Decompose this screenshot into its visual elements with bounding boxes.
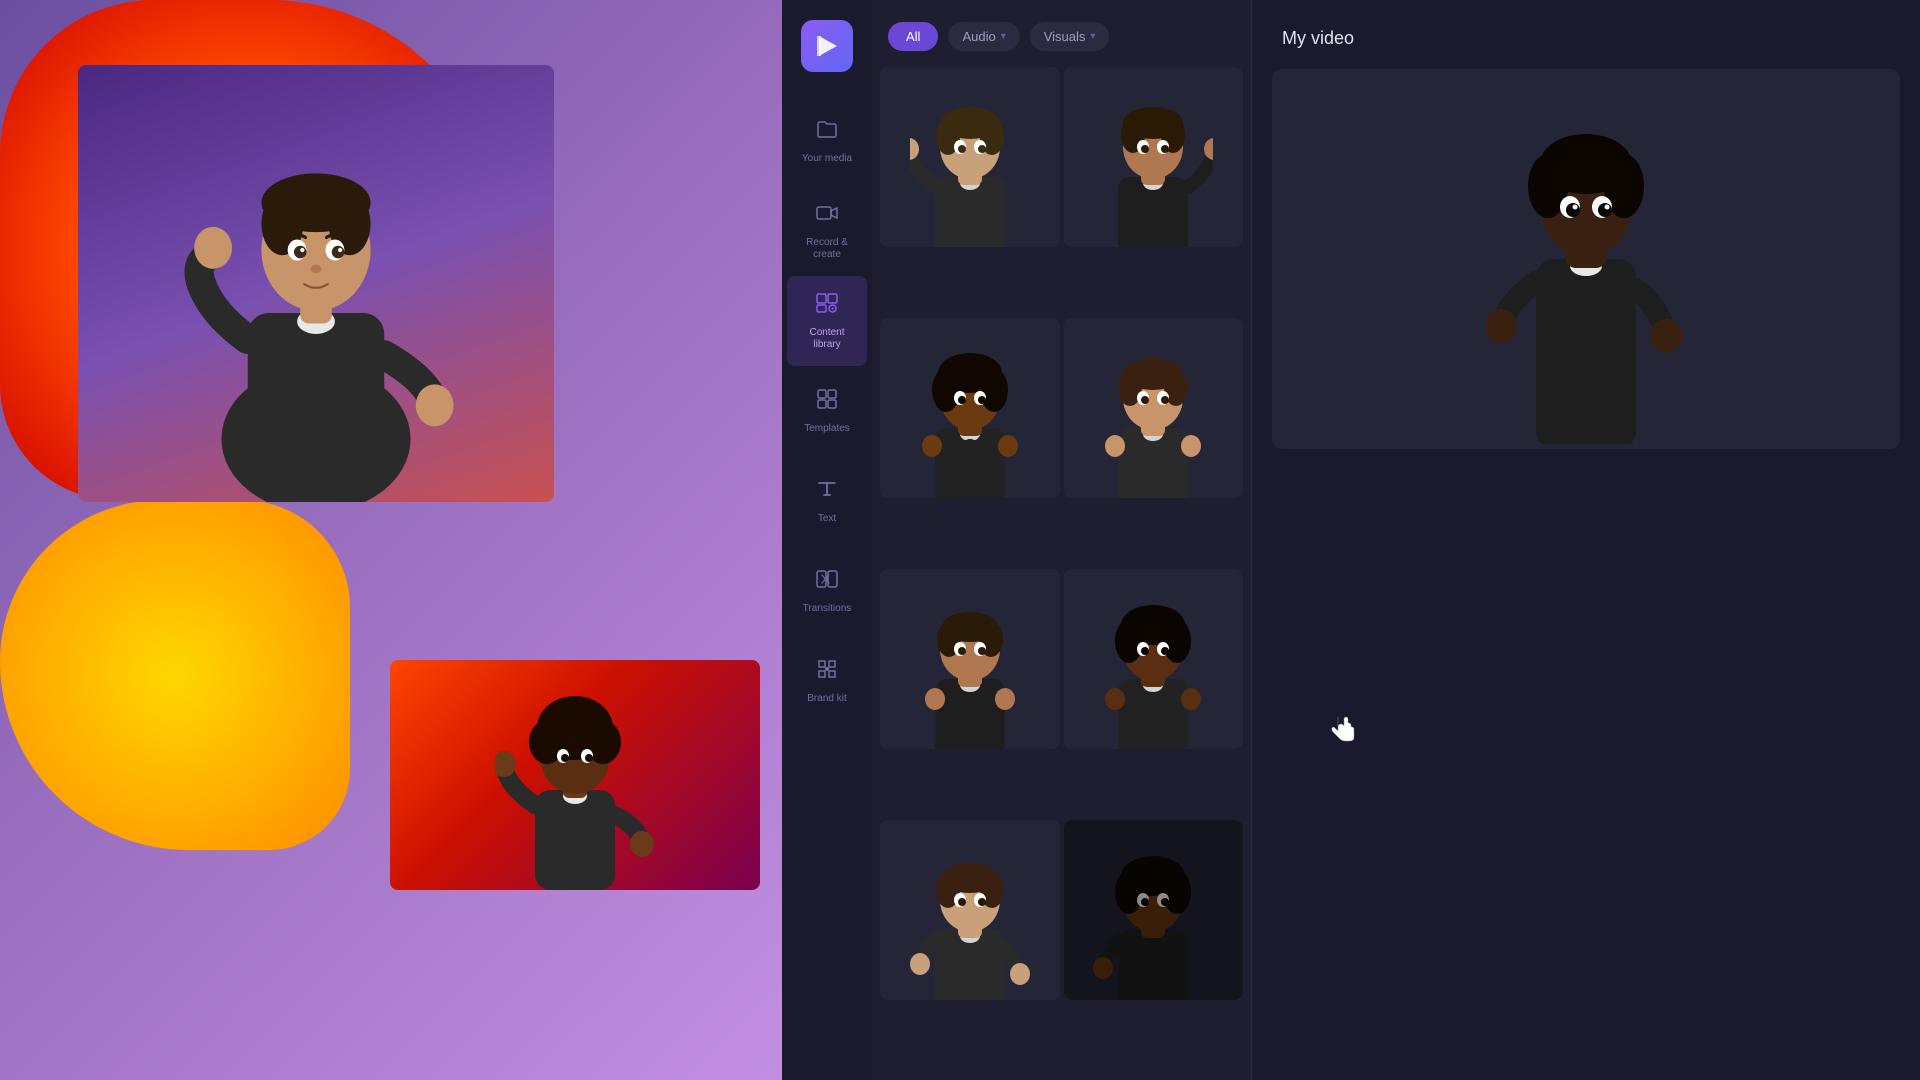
my-video-title: My video (1282, 28, 1354, 48)
bg-blob-yellow (0, 500, 350, 850)
app-logo[interactable] (801, 20, 853, 72)
chevron-down-icon-2: ▾ (1090, 31, 1095, 42)
right-panel: My video (1252, 0, 1920, 1080)
avatar-card-4[interactable] (1064, 318, 1244, 498)
chevron-down-icon: ▾ (1001, 31, 1006, 42)
right-panel-avatar-card[interactable] (1272, 69, 1900, 449)
sidebar-label-templates: Templates (804, 423, 850, 435)
visuals-label: Visuals (1044, 29, 1086, 44)
sidebar-label-transitions: Transitions (803, 603, 852, 615)
text-icon (815, 477, 839, 507)
sidebar-label-record-create: Record &create (806, 237, 848, 261)
sidebar: Your media Record &create Contentlibrary (782, 0, 872, 1080)
avatar-card-5[interactable] (880, 569, 1060, 749)
filter-audio-button[interactable]: Audio ▾ (948, 22, 1019, 51)
sidebar-item-transitions[interactable]: Transitions (787, 546, 867, 636)
avatar-card-1[interactable] (880, 67, 1060, 247)
sidebar-label-your-media: Your media (802, 153, 852, 165)
filter-visuals-button[interactable]: Visuals ▾ (1030, 22, 1110, 51)
my-video-header: My video (1252, 0, 1920, 69)
sidebar-label-brand-kit: Brand kit (807, 693, 846, 705)
content-panel: All Audio ▾ Visuals ▾ (872, 0, 1252, 1080)
avatar-card-2[interactable] (1064, 67, 1244, 247)
transitions-icon (815, 567, 839, 597)
secondary-video-panel (390, 660, 760, 890)
main-video-panel (78, 65, 554, 502)
audio-label: Audio (962, 29, 995, 44)
filter-bar: All Audio ▾ Visuals ▾ (872, 0, 1251, 67)
avatar-card-6[interactable] (1064, 569, 1244, 749)
folder-icon (815, 117, 839, 147)
filter-all-button[interactable]: All (888, 22, 938, 51)
templates-icon (815, 387, 839, 417)
avatar-card-8[interactable] (1064, 820, 1244, 1000)
sidebar-item-record-create[interactable]: Record &create (787, 186, 867, 276)
sidebar-item-templates[interactable]: Templates (787, 366, 867, 456)
sidebar-label-text: Text (818, 513, 836, 525)
sidebar-label-content-library: Contentlibrary (809, 327, 844, 351)
canvas-area (0, 0, 780, 1080)
sidebar-item-text[interactable]: Text (787, 456, 867, 546)
sidebar-item-brand-kit[interactable]: Brand kit (787, 636, 867, 726)
brand-kit-icon (815, 657, 839, 687)
avatar-card-3[interactable] (880, 318, 1060, 498)
content-library-icon (815, 291, 839, 321)
sidebar-item-content-library[interactable]: Contentlibrary (787, 276, 867, 366)
secondary-avatar (495, 670, 655, 890)
avatar-grid (872, 67, 1251, 1067)
avatar-card-7[interactable] (880, 820, 1060, 1000)
sidebar-item-your-media[interactable]: Your media (787, 96, 867, 186)
main-avatar (126, 82, 506, 502)
record-icon (815, 201, 839, 231)
